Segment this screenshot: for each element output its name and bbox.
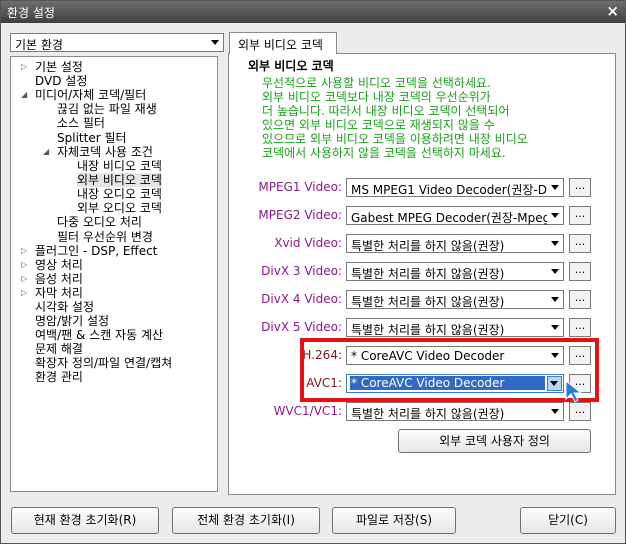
wvc1-codec-dropdown[interactable]: 특별한 처리를 하지 않음(권장)	[346, 402, 564, 421]
tree-expander-icon[interactable]: ▷	[21, 260, 27, 269]
divx4-codec-dropdown[interactable]: 특별한 처리를 하지 않음(권장)	[346, 290, 564, 309]
tree-item-troubleshooting[interactable]: 문제 해결	[35, 342, 83, 356]
reset-current-button[interactable]: 현재 환경 초기화(R)	[11, 507, 159, 534]
section-description: 우선적으로 사용할 비디오 코덱을 선택하세요. 외부 비디오 코덱보다 내장 …	[262, 76, 562, 160]
chevron-down-icon	[551, 185, 559, 190]
mpeg2-codec-dropdown[interactable]: Gabest MPEG Decoder(권장-Mpeg	[346, 206, 564, 225]
mpeg1-browse-button[interactable]: ...	[569, 178, 591, 197]
chevron-down-icon	[211, 40, 219, 45]
custom-codec-button[interactable]: 외부 코덱 사용자 정의	[398, 429, 591, 453]
tree-item-contrast-brightness[interactable]: 명암/밝기 설정	[35, 314, 109, 328]
chevron-down-icon	[551, 297, 559, 302]
mpeg1-codec-dropdown[interactable]: MS MPEG1 Video Decoder(권장-D	[346, 178, 564, 197]
profile-dropdown[interactable]: 기본 환경	[10, 33, 224, 52]
divx5-browse-button[interactable]: ...	[569, 318, 591, 337]
divx5-codec-value: 특별한 처리를 하지 않음(권장)	[351, 323, 505, 337]
tree-item-internal-codec-conditions[interactable]: 자체코덱 사용 조건	[57, 145, 153, 159]
tree-item-media-codec-filter[interactable]: 미디어/자체 코덱/필터	[35, 88, 146, 102]
description-line: 있으므로 외부 비디오 코덱을 이용하려면 내장 비디오	[262, 132, 528, 146]
tree-collapse-icon[interactable]: ◢	[21, 90, 27, 99]
tree-expander-icon[interactable]: ▷	[21, 62, 27, 71]
divx3-label: DivX 3 Video:	[261, 264, 342, 278]
tree-expander-icon[interactable]: ▷	[21, 288, 27, 297]
tree-item-dvd-settings[interactable]: DVD 설정	[35, 74, 87, 88]
description-line: 우선적으로 사용할 비디오 코덱을 선택하세요.	[262, 76, 491, 90]
divx5-label: DivX 5 Video:	[261, 320, 342, 334]
divx3-codec-dropdown[interactable]: 특별한 처리를 하지 않음(권장)	[346, 262, 564, 281]
description-line: 외부 비디오 코덱보다 내장 코덱의 우선순위가	[262, 90, 491, 104]
tree-item-visualization[interactable]: 시각화 설정	[35, 300, 94, 314]
chevron-down-icon	[551, 213, 559, 218]
tree-item-source-filter[interactable]: 소스 필터	[57, 116, 105, 130]
divx5-codec-dropdown[interactable]: 특별한 처리를 하지 않음(권장)	[346, 318, 564, 337]
chevron-down-icon	[551, 269, 559, 274]
reset-all-button[interactable]: 전체 환경 초기화(I)	[172, 507, 320, 534]
mpeg2-label: MPEG2 Video:	[258, 208, 342, 222]
settings-tree[interactable]: ▷ 기본 설정 DVD 설정 ◢ 미디어/자체 코덱/필터 끊김 없는 파일 재…	[10, 56, 218, 492]
description-line: 코덱에서 사용하지 않을 코덱을 선택하지 마세요.	[262, 146, 506, 160]
tree-item-basic-settings[interactable]: 기본 설정	[35, 60, 83, 74]
mpeg2-browse-button[interactable]: ...	[569, 206, 591, 225]
section-title: 외부 비디오 코덱	[248, 59, 334, 73]
tab-label: 외부 비디오 코덱	[238, 38, 323, 52]
tree-collapse-icon[interactable]: ◢	[43, 147, 49, 156]
tree-item-external-video-codec[interactable]: 외부 비디오 코덱	[77, 173, 162, 187]
title-bar[interactable]: 환경 설정 ×	[1, 1, 625, 23]
divx4-codec-value: 특별한 처리를 하지 않음(권장)	[351, 295, 505, 309]
xvid-browse-button[interactable]: ...	[569, 234, 591, 253]
save-to-file-button[interactable]: 파일로 저장(S)	[332, 507, 456, 534]
tree-item-external-audio-codec[interactable]: 외부 오디오 코덱	[77, 201, 162, 215]
description-line: 있으면 외부 비디오 코덱으로 재생되지 않을 수	[262, 118, 495, 132]
tab-external-video-codec[interactable]: 외부 비디오 코덱	[229, 32, 337, 54]
tree-item-extensions-capture[interactable]: 확장자 정의/파일 연결/캡쳐	[35, 356, 172, 370]
tree-item-internal-video-codec[interactable]: 내장 비디오 코덱	[77, 159, 162, 173]
chevron-down-icon	[551, 409, 559, 414]
wvc1-browse-button[interactable]: ...	[569, 402, 591, 421]
divx4-label: DivX 4 Video:	[261, 292, 342, 306]
wvc1-label: WVC1/VC1:	[273, 404, 342, 418]
xvid-label: Xvid Video:	[274, 236, 342, 250]
chevron-down-icon	[551, 325, 559, 330]
tree-item-multi-audio[interactable]: 다중 오디오 처리	[57, 215, 142, 229]
tree-item-seamless-playback[interactable]: 끊김 없는 파일 재생	[57, 102, 157, 116]
tree-expander-icon[interactable]: ▷	[21, 274, 27, 283]
tree-item-environment-management[interactable]: 환경 관리	[35, 370, 83, 384]
mpeg1-codec-value: MS MPEG1 Video Decoder(권장-D	[351, 183, 547, 197]
divx4-browse-button[interactable]: ...	[569, 290, 591, 309]
xvid-codec-dropdown[interactable]: 특별한 처리를 하지 않음(권장)	[346, 234, 564, 253]
close-icon[interactable]: ×	[606, 2, 619, 20]
tree-item-plugin-dsp[interactable]: 플러그인 - DSP, Effect	[35, 244, 157, 258]
tree-item-internal-audio-codec[interactable]: 내장 오디오 코덱	[77, 187, 162, 201]
window-title: 환경 설정	[7, 6, 55, 20]
tree-item-audio-processing[interactable]: 음성 처리	[35, 272, 83, 286]
tree-expander-icon[interactable]: ▷	[21, 246, 27, 255]
tree-item-splitter-filter[interactable]: Splitter 필터	[57, 131, 127, 145]
xvid-codec-value: 특별한 처리를 하지 않음(권장)	[351, 239, 505, 253]
divx3-codec-value: 특별한 처리를 하지 않음(권장)	[351, 267, 505, 281]
mpeg2-codec-value: Gabest MPEG Decoder(권장-Mpeg	[351, 211, 547, 225]
tree-item-subtitle-processing[interactable]: 자막 처리	[35, 286, 83, 300]
tree-item-margin-pan-scan[interactable]: 여백/팬 & 스캔 자동 계산	[35, 328, 163, 342]
profile-dropdown-value: 기본 환경	[15, 38, 63, 52]
description-line: 더 높습니다. 따라서 내장 비디오 코덱이 선택되어	[262, 104, 510, 118]
mpeg1-label: MPEG1 Video:	[258, 180, 342, 194]
mouse-cursor-icon	[565, 380, 583, 403]
tree-item-video-processing[interactable]: 영상 처리	[35, 258, 83, 272]
divx3-browse-button[interactable]: ...	[569, 262, 591, 281]
tree-item-filter-priority[interactable]: 필터 우선순위 변경	[57, 230, 153, 244]
close-button[interactable]: 닫기(C)	[520, 507, 616, 534]
wvc1-codec-value: 특별한 처리를 하지 않음(권장)	[351, 407, 505, 421]
highlight-box	[300, 338, 599, 402]
chevron-down-icon	[551, 241, 559, 246]
